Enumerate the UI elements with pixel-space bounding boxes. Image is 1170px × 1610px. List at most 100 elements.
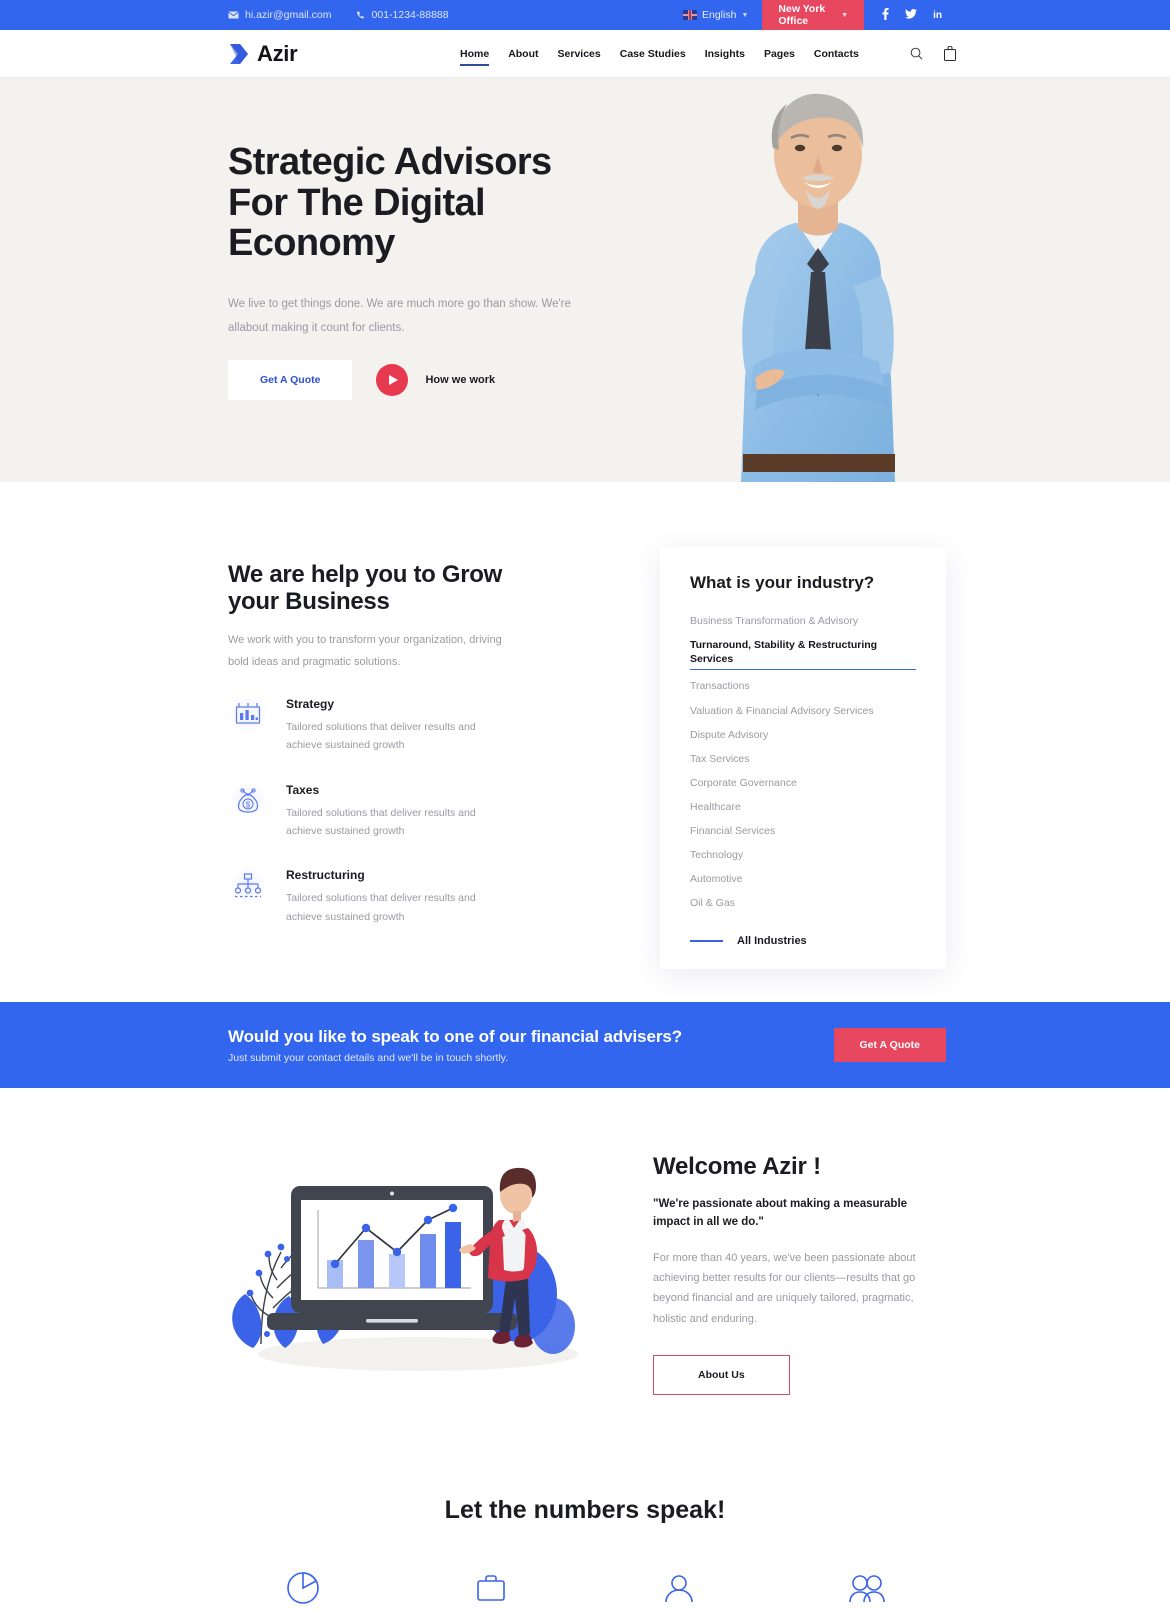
industry-item[interactable]: Turnaround, Stability & Restructuring Se… bbox=[690, 634, 916, 672]
industry-item-label: Corporate Governance bbox=[690, 776, 797, 789]
topbar-phone-label: 001-1234-88888 bbox=[371, 9, 449, 21]
facebook-icon[interactable] bbox=[882, 7, 889, 23]
office-selector[interactable]: New York Office ▼ bbox=[762, 0, 865, 30]
chevron-down-icon: ▼ bbox=[741, 11, 749, 19]
brand-logo[interactable]: Azir bbox=[228, 40, 298, 67]
stat-item bbox=[792, 1571, 942, 1610]
twitter-icon[interactable] bbox=[905, 8, 918, 22]
page-root: hi.azir@gmail.com 001-1234-88888 English… bbox=[0, 0, 1170, 1610]
topbar-email[interactable]: hi.azir@gmail.com bbox=[228, 9, 332, 21]
welcome-heading: Welcome Azir ! bbox=[653, 1153, 821, 1180]
nav-item-services[interactable]: Services bbox=[558, 45, 601, 63]
hero-title: Strategic Advisors For The Digital Econo… bbox=[228, 141, 552, 265]
feature-desc: Tailored solutions that deliver results … bbox=[286, 720, 476, 752]
industry-item[interactable]: Tax Services bbox=[690, 747, 916, 771]
industry-item-label: Valuation & Financial Advisory Services bbox=[690, 704, 874, 717]
mail-icon bbox=[228, 11, 239, 19]
pie-chart-icon bbox=[286, 1571, 320, 1610]
numbers-heading: Let the numbers speak! bbox=[444, 1496, 726, 1524]
all-industries-label: All Industries bbox=[737, 935, 807, 948]
topbar-email-label: hi.azir@gmail.com bbox=[245, 9, 332, 21]
brand-name: Azir bbox=[257, 40, 298, 66]
uk-flag-icon bbox=[683, 10, 697, 20]
hero-get-a-quote-button[interactable]: Get A Quote bbox=[228, 360, 353, 400]
industry-item[interactable]: Oil & Gas bbox=[690, 891, 916, 915]
industry-item-label: Healthcare bbox=[690, 800, 741, 813]
welcome-section: Welcome Azir ! "We're passionate about m… bbox=[0, 1088, 1170, 1448]
stat-item bbox=[604, 1571, 754, 1610]
top-bar: hi.azir@gmail.com 001-1234-88888 English… bbox=[0, 0, 1170, 30]
hero-paragraph: We live to get things done. We are much … bbox=[228, 298, 571, 335]
industry-item-label: Oil & Gas bbox=[690, 896, 735, 909]
industry-item[interactable]: Valuation & Financial Advisory Services bbox=[690, 699, 916, 723]
nav-item-insights[interactable]: Insights bbox=[705, 45, 745, 63]
grow-heading: We are help you to Grow your Business bbox=[228, 561, 503, 615]
cta-banner: Would you like to speak to one of our fi… bbox=[0, 1002, 1170, 1088]
nav-item-contacts[interactable]: Contacts bbox=[814, 45, 859, 63]
all-industries-link[interactable]: All Industries bbox=[690, 935, 916, 947]
industry-item[interactable]: Healthcare bbox=[690, 795, 916, 819]
language-selector[interactable]: English ▼ bbox=[683, 9, 762, 21]
person-icon bbox=[662, 1571, 696, 1610]
feature-item[interactable]: $ Taxes Tailored solutions that deliver … bbox=[228, 780, 548, 841]
hero-section: Strategic Advisors For The Digital Econo… bbox=[0, 78, 1170, 482]
dash-icon bbox=[690, 940, 723, 943]
office-label: New York Office bbox=[778, 3, 826, 27]
industry-item-label: Financial Services bbox=[690, 824, 776, 837]
welcome-quote: "We're passionate about making a measura… bbox=[653, 1198, 908, 1229]
main-nav: Home About Services Case Studies Insight… bbox=[460, 30, 859, 78]
numbers-section: Let the numbers speak! bbox=[0, 1448, 1170, 1610]
feature-title: Restructuring bbox=[286, 868, 365, 883]
numbers-icon-row bbox=[228, 1571, 942, 1610]
bar-chart-icon bbox=[228, 694, 268, 735]
industry-heading: What is your industry? bbox=[690, 573, 875, 592]
feature-desc: Tailored solutions that deliver results … bbox=[286, 892, 476, 923]
hero-businessman-photo bbox=[683, 78, 953, 482]
org-chart-icon bbox=[228, 866, 268, 907]
bag-icon[interactable] bbox=[943, 46, 956, 61]
industry-item[interactable]: Technology bbox=[690, 843, 916, 867]
play-icon[interactable] bbox=[376, 364, 409, 396]
feature-item[interactable]: Strategy Tailored solutions that deliver… bbox=[228, 694, 548, 755]
stat-item bbox=[416, 1571, 566, 1610]
industry-card: What is your industry? Business Transfor… bbox=[660, 547, 946, 970]
laptop-chart-illustration bbox=[223, 1148, 593, 1378]
industry-item-label: Dispute Advisory bbox=[690, 728, 769, 741]
how-we-work-link[interactable]: How we work bbox=[376, 364, 495, 396]
search-icon[interactable] bbox=[910, 46, 923, 61]
nav-item-about[interactable]: About bbox=[508, 45, 538, 63]
industry-item-label: Business Transformation & Advisory bbox=[690, 615, 859, 628]
chevron-down-icon: ▼ bbox=[841, 11, 849, 19]
nav-item-case-studies[interactable]: Case Studies bbox=[620, 45, 686, 63]
industry-item-label: Transactions bbox=[690, 680, 750, 693]
industry-item[interactable]: Automotive bbox=[690, 867, 916, 891]
feature-title: Taxes bbox=[286, 782, 320, 797]
svg-text:$: $ bbox=[246, 800, 251, 809]
feature-item[interactable]: Restructuring Tailored solutions that de… bbox=[228, 866, 548, 926]
nav-item-home[interactable]: Home bbox=[460, 45, 490, 66]
cta-get-a-quote-button[interactable]: Get A Quote bbox=[833, 1028, 946, 1062]
industry-item[interactable]: Business Transformation & Advisory bbox=[690, 610, 916, 634]
feature-desc: Tailored solutions that deliver results … bbox=[286, 806, 476, 837]
industry-item[interactable]: Corporate Governance bbox=[690, 771, 916, 795]
grow-business-section: We are help you to Grow your Business We… bbox=[0, 482, 1170, 1002]
industry-item[interactable]: Financial Services bbox=[690, 819, 916, 843]
linkedin-icon[interactable]: in bbox=[933, 10, 942, 21]
welcome-paragraph: For more than 40 years, we've been passi… bbox=[653, 1251, 916, 1325]
industry-item[interactable]: Transactions bbox=[690, 672, 916, 699]
industry-list: Business Transformation & Advisory Turna… bbox=[690, 610, 916, 915]
briefcase-icon bbox=[474, 1571, 508, 1610]
stat-item bbox=[228, 1571, 378, 1610]
industry-item[interactable]: Dispute Advisory bbox=[690, 723, 916, 747]
industry-item-label: Technology bbox=[690, 848, 744, 861]
about-us-button[interactable]: About Us bbox=[653, 1355, 790, 1396]
industry-item-label: Automotive bbox=[690, 872, 743, 885]
cta-subtitle: Just submit your contact details and we'… bbox=[228, 1051, 509, 1064]
phone-icon bbox=[356, 10, 366, 20]
topbar-phone[interactable]: 001-1234-88888 bbox=[356, 9, 449, 21]
money-bag-icon: $ bbox=[228, 780, 268, 821]
nav-item-pages[interactable]: Pages bbox=[764, 45, 795, 63]
site-header: Azir Home About Services Case Studies In… bbox=[0, 30, 1170, 78]
cta-title: Would you like to speak to one of our fi… bbox=[228, 1026, 683, 1046]
features-list: Strategy Tailored solutions that deliver… bbox=[228, 694, 548, 926]
